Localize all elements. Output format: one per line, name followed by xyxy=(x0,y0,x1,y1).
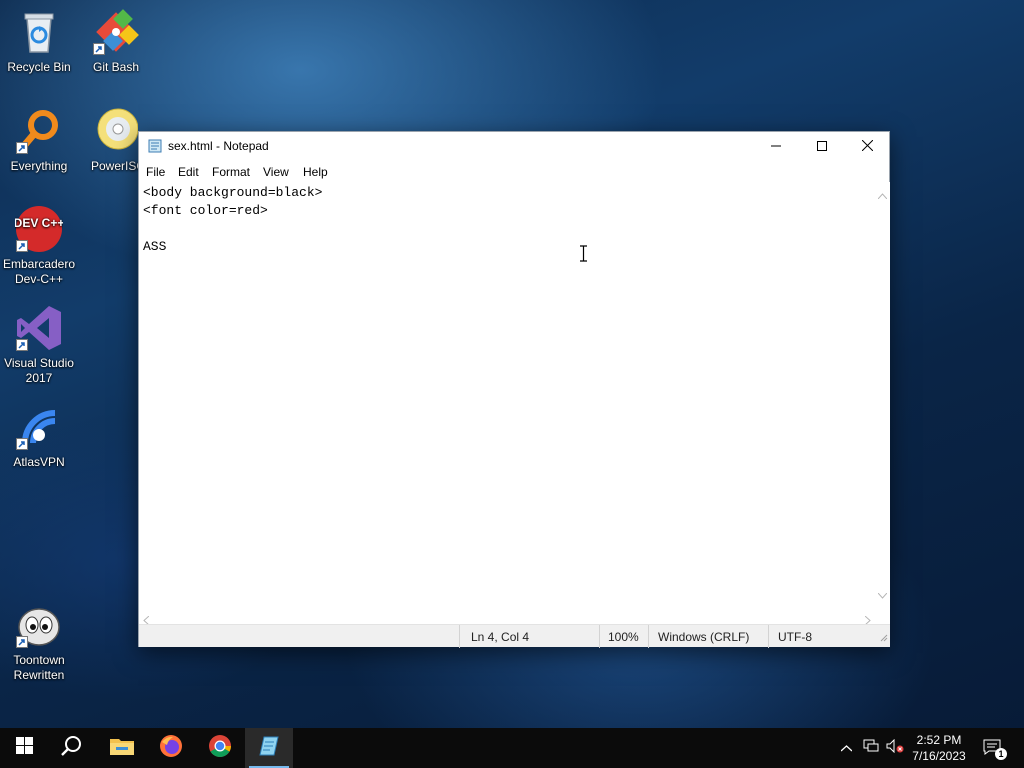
search-button[interactable] xyxy=(48,728,96,768)
shortcut-arrow-icon xyxy=(93,43,105,55)
status-divider xyxy=(459,625,460,648)
menu-bar: File Edit Format View Help xyxy=(139,161,889,181)
shortcut-arrow-icon xyxy=(16,240,28,252)
taskbar-file-explorer[interactable] xyxy=(98,728,146,768)
text-editor-area[interactable]: <body background=black> <font color=red>… xyxy=(139,182,875,608)
volume-tray-button[interactable] xyxy=(884,728,906,768)
resize-grip-icon[interactable] xyxy=(878,631,888,645)
notepad-icon xyxy=(258,735,280,762)
taskbar-clock[interactable]: 2:52 PM 7/16/2023 xyxy=(905,732,973,764)
git-bash-icon xyxy=(92,8,140,56)
chrome-icon xyxy=(208,734,232,763)
notepad-window[interactable]: sex.html - Notepad File Edit Format View… xyxy=(138,131,890,648)
visual-studio-icon xyxy=(15,304,63,352)
notepad-app-icon xyxy=(148,139,162,153)
desktop-icon-label: Everything xyxy=(10,159,68,173)
status-line-ending: Windows (CRLF) xyxy=(658,630,750,644)
menu-edit[interactable]: Edit xyxy=(178,165,199,179)
maximize-icon xyxy=(817,138,827,156)
status-encoding: UTF-8 xyxy=(778,630,812,644)
status-divider xyxy=(648,625,649,648)
menu-format[interactable]: Format xyxy=(212,165,250,179)
text-cursor-icon xyxy=(579,245,588,267)
volume-muted-icon xyxy=(886,738,904,758)
start-icon xyxy=(15,737,33,759)
taskbar-notepad[interactable] xyxy=(245,728,293,768)
desktop-icon-label: Git Bash xyxy=(92,60,140,74)
close-button[interactable] xyxy=(844,132,890,161)
taskbar: 2:52 PM 7/16/2023 1 xyxy=(0,728,1024,768)
notification-icon: 1 xyxy=(983,739,1007,760)
status-line-col: Ln 4, Col 4 xyxy=(471,630,530,644)
desktop-icon-visual-studio[interactable]: Visual Studio 2017 xyxy=(1,304,77,386)
title-bar[interactable]: sex.html - Notepad xyxy=(139,132,889,161)
desktop-icon-label: Recycle Bin xyxy=(7,60,71,74)
window-title: sex.html - Notepad xyxy=(168,139,269,153)
minimize-button[interactable] xyxy=(753,132,799,161)
clock-date: 7/16/2023 xyxy=(912,749,966,763)
poweriso-disc-icon xyxy=(94,107,138,155)
status-divider xyxy=(768,625,769,648)
clock-time: 2:52 PM xyxy=(916,733,962,747)
desktop-icon-label: Toontown xyxy=(13,653,65,667)
desktop-icon-label-line2: Rewritten xyxy=(13,668,65,682)
shortcut-arrow-icon xyxy=(16,438,28,450)
desktop-icon-label-line2: Dev-C++ xyxy=(14,272,64,286)
chevron-up-icon xyxy=(840,739,852,757)
devcpp-glyph-text: DEV C++ xyxy=(15,216,63,230)
atlasvpn-icon xyxy=(15,403,63,451)
desktop-icon-everything[interactable]: Everything xyxy=(1,107,77,174)
horizontal-scrollbar[interactable] xyxy=(139,608,875,626)
menu-view[interactable]: View xyxy=(263,165,289,179)
desktop-icon-label-line2: 2017 xyxy=(25,371,53,385)
network-icon xyxy=(863,739,879,758)
desktop-icon-label: AtlasVPN xyxy=(13,455,65,469)
vertical-scrollbar[interactable] xyxy=(875,182,890,608)
taskbar-chrome[interactable] xyxy=(196,728,244,768)
file-explorer-icon xyxy=(110,736,134,761)
desktop-icon-poweriso[interactable]: PowerISO xyxy=(78,107,138,174)
shortcut-arrow-icon xyxy=(16,636,28,648)
taskbar-firefox[interactable] xyxy=(147,728,195,768)
desktop-icon-toontown[interactable]: Toontown Rewritten xyxy=(1,601,77,683)
network-tray-button[interactable] xyxy=(860,728,882,768)
status-zoom: 100% xyxy=(608,630,639,644)
devcpp-icon: DEV C++ xyxy=(14,205,64,253)
everything-search-icon xyxy=(15,107,63,155)
desktop-icon-label: Embarcadero xyxy=(2,257,76,271)
notification-count-badge: 1 xyxy=(995,748,1007,760)
toontown-icon xyxy=(15,601,63,649)
shortcut-arrow-icon xyxy=(16,339,28,351)
menu-file[interactable]: File xyxy=(146,165,165,179)
desktop-icon-label: Visual Studio xyxy=(4,356,74,370)
minimize-icon xyxy=(771,138,781,156)
desktop-icon-recycle-bin[interactable]: Recycle Bin xyxy=(1,8,77,75)
status-divider xyxy=(599,625,600,648)
close-icon xyxy=(861,138,873,156)
start-button[interactable] xyxy=(0,728,48,768)
search-icon xyxy=(61,735,83,762)
menu-help[interactable]: Help xyxy=(303,165,328,179)
firefox-icon xyxy=(159,734,183,763)
desktop-icon-git-bash[interactable]: Git Bash xyxy=(78,8,154,75)
scroll-down-icon[interactable] xyxy=(877,586,888,604)
desktop-icon-label: PowerISO xyxy=(91,159,138,173)
desktop-icon-atlasvpn[interactable]: AtlasVPN xyxy=(1,403,77,470)
action-center-button[interactable]: 1 xyxy=(978,728,1008,768)
shortcut-arrow-icon xyxy=(16,142,28,154)
maximize-button[interactable] xyxy=(799,132,845,161)
desktop-icon-devcpp[interactable]: DEV C++ Embarcadero Dev-C++ xyxy=(1,205,77,287)
scrollbar-corner xyxy=(875,608,890,624)
scroll-up-icon[interactable] xyxy=(877,186,888,204)
recycle-bin-icon xyxy=(15,8,63,56)
status-bar: Ln 4, Col 4 100% Windows (CRLF) UTF-8 xyxy=(139,624,890,648)
show-hidden-icons-button[interactable] xyxy=(836,728,856,768)
